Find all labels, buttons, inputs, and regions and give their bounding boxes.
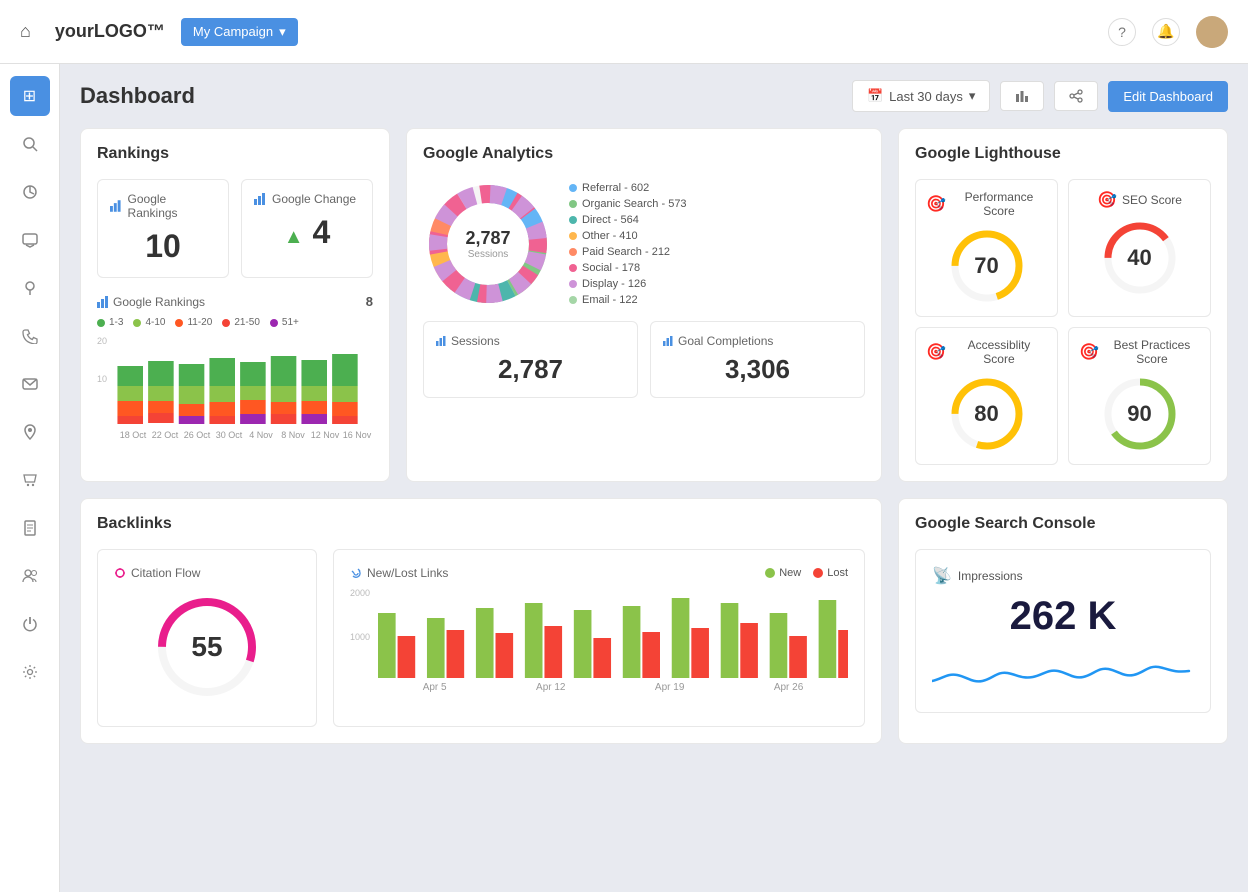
lighthouse-scores: 🎯 Performance Score 70 [915,179,1211,465]
goal-value: 3,306 [663,354,852,385]
sessions-list: Referral - 602 Organic Search - 573 Dire… [569,182,687,306]
chart-legend: 1-3 4-10 11-20 21-50 51+ [97,317,373,328]
lighthouse-card: Google Lighthouse 🎯 Performance Score [898,128,1228,482]
logo: yourLOGO™ [55,21,165,42]
performance-label: Performance Score [951,190,1047,218]
analytics-title: Google Analytics [423,145,865,163]
avatar[interactable] [1196,16,1228,48]
citation-value: 55 [191,631,222,663]
page-title: Dashboard [80,83,842,109]
lighthouse-title: Google Lighthouse [915,145,1211,163]
links-legend: New Lost [765,567,848,579]
goal-metric: Goal Completions 3,306 [650,321,865,398]
accessibility-label: Accessiblity Score [951,338,1047,366]
sessions-label: Sessions [451,334,500,348]
rankings-value: 10 [110,228,216,265]
citation-flow-label: Citation Flow [114,566,300,580]
impressions-sparkline [932,651,1194,691]
sessions-value: 2,787 [436,354,625,385]
donut-total: 2,787 [465,228,510,249]
page-header: Dashboard 📅 Last 30 days ▾ Edit Dashboar… [80,80,1228,112]
sidebar-item-power[interactable] [10,604,50,644]
sidebar-item-phone[interactable] [10,316,50,356]
links-chart: 2000 1000 [350,588,848,678]
impressions-box: 📡 Impressions 262 K [915,549,1211,713]
rankings-card: Rankings Google Rankings 10 [80,128,390,482]
sidebar-item-users[interactable] [10,556,50,596]
google-change-metric: Google Change ▲ 4 [241,179,373,278]
share-button[interactable] [1054,81,1098,111]
search-console-title: Google Search Console [915,515,1211,533]
campaign-button[interactable]: My Campaign [181,18,298,46]
search-console-card: Google Search Console 📡 Impressions 262 … [898,498,1228,744]
best-practices-gauge: 90 [1100,374,1180,454]
sidebar-item-shop[interactable] [10,460,50,500]
sidebar-item-analytics[interactable] [10,172,50,212]
sessions-metric: Sessions 2,787 [423,321,638,398]
bell-icon[interactable]: 🔔 [1152,18,1180,46]
goal-label: Goal Completions [678,334,773,348]
accessibility-score-box: 🎯 Accessiblity Score 80 [915,327,1058,465]
main-content: Dashboard 📅 Last 30 days ▾ Edit Dashboar… [60,64,1248,892]
sidebar-item-location[interactable] [10,412,50,452]
chart-view-button[interactable] [1000,81,1044,111]
date-range-button[interactable]: 📅 Last 30 days ▾ [852,80,990,112]
best-practices-label: Best Practices Score [1104,338,1200,366]
nav-icons: ? 🔔 [1108,16,1228,48]
performance-value: 70 [974,253,998,279]
citation-flow-box: Citation Flow 55 [97,549,317,727]
seo-label: SEO Score [1122,193,1182,207]
home-icon[interactable]: ⌂ [20,21,31,42]
sidebar-item-pins[interactable] [10,268,50,308]
top-nav: ⌂ yourLOGO™ My Campaign ? 🔔 [0,0,1248,64]
impressions-label: Impressions [958,569,1023,583]
links-box: New/Lost Links New Lost [333,549,865,727]
chart-number: 8 [366,294,373,309]
analytics-card: Google Analytics [406,128,882,482]
rankings-bar-chart [97,336,373,426]
backlinks-title: Backlinks [97,515,865,533]
backlinks-content: Citation Flow 55 [97,549,865,727]
best-practices-score-box: 🎯 Best Practices Score 90 [1068,327,1211,465]
sidebar-item-docs[interactable] [10,508,50,548]
seo-score-box: 🎯 SEO Score 40 [1068,179,1211,317]
analytics-metrics: Sessions 2,787 Goal Completions 3,306 [423,321,865,398]
google-change-label: Google Change [272,192,356,206]
impressions-value: 262 K [932,594,1194,639]
accessibility-gauge: 80 [947,374,1027,454]
donut-container: 2,787 Sessions Referral - 602 Organic Se… [423,179,865,309]
chart-label: Google Rankings [113,295,205,309]
backlinks-card: Backlinks Citation Flow [80,498,882,744]
google-rankings-label: Google Rankings [128,192,216,220]
edit-dashboard-button[interactable]: Edit Dashboard [1108,81,1228,112]
change-value: ▲ 4 [254,214,360,251]
sidebar: ⊞ [0,64,60,892]
sidebar-item-messages[interactable] [10,220,50,260]
accessibility-value: 80 [974,401,998,427]
sidebar-item-dashboard[interactable]: ⊞ [10,76,50,116]
sidebar-item-email[interactable] [10,364,50,404]
sessions-donut: 2,787 Sessions [423,179,553,309]
links-x-labels: Apr 5 Apr 12 Apr 19 Apr 26 [350,682,848,693]
help-icon[interactable]: ? [1108,18,1136,46]
performance-score-box: 🎯 Performance Score 70 [915,179,1058,317]
seo-value: 40 [1127,245,1151,271]
seo-gauge: 40 [1100,218,1180,298]
google-rankings-metric: Google Rankings 10 [97,179,229,278]
best-practices-value: 90 [1127,401,1151,427]
donut-subtitle: Sessions [465,249,510,260]
sidebar-item-search[interactable] [10,124,50,164]
rankings-title: Rankings [97,145,373,163]
sidebar-item-settings[interactable] [10,652,50,692]
performance-gauge: 70 [947,226,1027,306]
